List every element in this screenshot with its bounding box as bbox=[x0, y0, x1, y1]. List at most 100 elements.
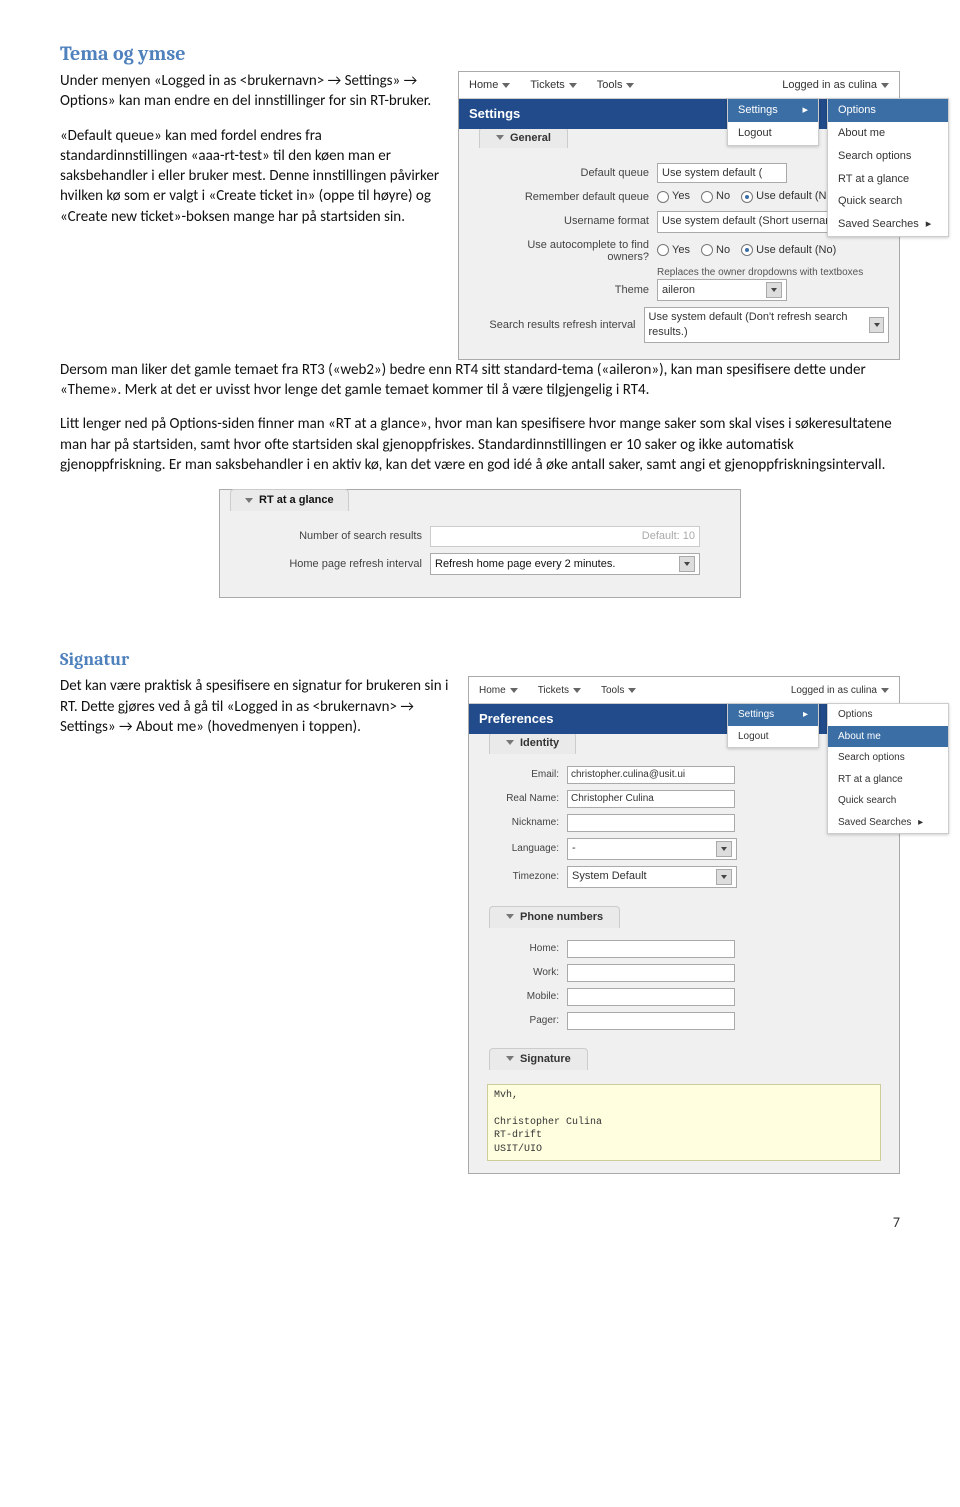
radio-yes[interactable] bbox=[657, 191, 669, 203]
nav-logged-in[interactable]: Logged in as culina bbox=[781, 677, 899, 703]
chevron-down-icon bbox=[496, 135, 504, 140]
label-remember-queue: Remember default queue bbox=[489, 190, 657, 205]
select-theme[interactable]: aileron bbox=[657, 279, 787, 301]
menu-item-searchoptions[interactable]: Search options bbox=[828, 145, 948, 168]
radio-no-label: No bbox=[716, 244, 730, 256]
select-default-queue[interactable]: Use system default ( bbox=[657, 163, 787, 184]
screenshot-preferences: Home Tickets Tools Logged in as culina S… bbox=[468, 676, 900, 1174]
menu-item-searchoptions[interactable]: Search options bbox=[828, 747, 948, 769]
label-refresh-interval: Home page refresh interval bbox=[232, 557, 430, 572]
panel-signature: Signature Mvh, Christopher Culina RT-dri… bbox=[469, 1050, 899, 1174]
tab-label: Identity bbox=[520, 737, 559, 749]
select-language[interactable]: - bbox=[567, 838, 737, 860]
radio-default[interactable] bbox=[741, 191, 753, 203]
menu-item-label: Saved Searches bbox=[838, 817, 911, 828]
submenu-user: Settings▸ Logout bbox=[727, 98, 819, 146]
label-username-format: Username format bbox=[489, 214, 657, 229]
heading-tema: Tema og ymse bbox=[60, 40, 900, 67]
label-timezone: Timezone: bbox=[489, 870, 567, 884]
tab-identity[interactable]: Identity bbox=[489, 732, 576, 754]
dropdown-icon bbox=[766, 282, 782, 298]
radio-no[interactable] bbox=[701, 191, 713, 203]
chevron-down-icon bbox=[626, 83, 634, 88]
tab-label: General bbox=[510, 132, 551, 144]
nav-tickets[interactable]: Tickets bbox=[528, 677, 591, 703]
menu-item-logout[interactable]: Logout bbox=[728, 122, 818, 145]
menu-item-savedsearches[interactable]: Saved Searches ▸ bbox=[828, 812, 948, 834]
label-num-results: Number of search results bbox=[232, 529, 430, 544]
input-realname[interactable]: Christopher Culina bbox=[567, 790, 735, 808]
nav-tools-label: Tools bbox=[597, 78, 623, 93]
tab-rt-glance[interactable]: RT at a glance bbox=[230, 489, 349, 511]
select-refresh-interval[interactable]: Refresh home page every 2 minutes. bbox=[430, 553, 700, 575]
label-pager: Pager: bbox=[489, 1014, 567, 1028]
input-email[interactable]: christopher.culina@usit.ui bbox=[567, 766, 735, 784]
radio-yes-label: Yes bbox=[672, 190, 690, 202]
tab-general[interactable]: General bbox=[479, 127, 568, 149]
tab-label: RT at a glance bbox=[259, 494, 334, 506]
menu-item-aboutme[interactable]: About me bbox=[828, 122, 948, 145]
chevron-down-icon bbox=[502, 83, 510, 88]
tab-label: Signature bbox=[520, 1053, 571, 1065]
nav-tools[interactable]: Tools bbox=[591, 677, 646, 703]
menu-item-options[interactable]: Options bbox=[828, 99, 948, 122]
nav-home[interactable]: Home bbox=[469, 677, 528, 703]
input-pager[interactable] bbox=[567, 1012, 735, 1030]
radio-no[interactable] bbox=[701, 244, 713, 256]
label-refresh: Search results refresh interval bbox=[489, 318, 644, 333]
radio-default[interactable] bbox=[741, 244, 753, 256]
screenshot-settings: Home Tickets Tools Logged in as culina S… bbox=[458, 71, 900, 360]
chevron-down-icon bbox=[506, 914, 514, 919]
radio-default-label: Use default (No) bbox=[756, 190, 836, 202]
chevron-down-icon bbox=[506, 1056, 514, 1061]
select-timezone[interactable]: System Default bbox=[567, 866, 737, 888]
menu-item-rtglance[interactable]: RT at a glance bbox=[828, 769, 948, 791]
select-value: Refresh home page every 2 minutes. bbox=[435, 557, 615, 572]
input-nickname[interactable] bbox=[567, 814, 735, 832]
menu-item-quicksearch[interactable]: Quick search bbox=[828, 190, 948, 213]
tab-phone[interactable]: Phone numbers bbox=[489, 906, 620, 928]
input-work[interactable] bbox=[567, 964, 735, 982]
panel-phone: Phone numbers Home: Work: Mobile: Pager: bbox=[469, 908, 899, 1042]
menu-item-aboutme[interactable]: About me bbox=[828, 726, 948, 748]
nav-logged-in[interactable]: Logged in as culina bbox=[772, 72, 899, 98]
heading-signatur: Signatur bbox=[60, 648, 900, 672]
input-home[interactable] bbox=[567, 940, 735, 958]
select-value: - bbox=[572, 841, 576, 856]
nav-logged-label: Logged in as culina bbox=[782, 78, 877, 93]
menu-item-options[interactable]: Options bbox=[828, 704, 948, 726]
label-default-queue: Default queue bbox=[489, 166, 657, 181]
menu-item-label: Saved Searches bbox=[838, 218, 919, 230]
para-1: Under menyen «Logged in as <brukernavn> … bbox=[60, 71, 520, 112]
chevron-down-icon bbox=[881, 83, 889, 88]
menu-item-rtglance[interactable]: RT at a glance bbox=[828, 168, 948, 191]
nav-tools[interactable]: Tools bbox=[587, 72, 645, 98]
dropdown-icon bbox=[716, 841, 732, 857]
nav-home-label: Home bbox=[479, 684, 506, 698]
label-theme: Theme bbox=[489, 283, 657, 298]
chevron-down-icon bbox=[245, 498, 253, 503]
label-language: Language: bbox=[489, 842, 567, 856]
select-refresh[interactable]: Use system default (Don't refresh search… bbox=[644, 307, 889, 343]
input-mobile[interactable] bbox=[567, 988, 735, 1006]
note-autocomplete: Replaces the owner dropdowns with textbo… bbox=[657, 266, 889, 280]
chevron-down-icon bbox=[881, 688, 889, 693]
menu-item-savedsearches[interactable]: Saved Searches ▸ bbox=[828, 213, 948, 236]
menu-item-quicksearch[interactable]: Quick search bbox=[828, 790, 948, 812]
label-autocomplete: Use autocomplete to find owners? bbox=[489, 239, 657, 263]
nav-tools-label: Tools bbox=[601, 684, 624, 698]
nav-tickets[interactable]: Tickets bbox=[520, 72, 586, 98]
menu-item-settings[interactable]: Settings▸ bbox=[728, 99, 818, 122]
menu-item-logout[interactable]: Logout bbox=[728, 726, 818, 748]
nav-home[interactable]: Home bbox=[459, 72, 520, 98]
textarea-signature[interactable]: Mvh, Christopher Culina RT-drift USIT/UI… bbox=[487, 1084, 881, 1162]
para-5: Det kan være praktisk å spesifisere en s… bbox=[60, 676, 520, 737]
select-value: Use system default (Don't refresh search… bbox=[649, 310, 870, 340]
screenshot-rt-glance: RT at a glance Number of search results … bbox=[219, 489, 741, 598]
radio-yes[interactable] bbox=[657, 244, 669, 256]
select-value: Use system default ( bbox=[662, 166, 762, 181]
input-num-results[interactable]: Default: 10 bbox=[430, 526, 700, 547]
para-2: «Default queue» kan med fordel endres fr… bbox=[60, 126, 520, 227]
menu-item-settings[interactable]: Settings▸ bbox=[728, 704, 818, 726]
tab-signature[interactable]: Signature bbox=[489, 1048, 588, 1070]
